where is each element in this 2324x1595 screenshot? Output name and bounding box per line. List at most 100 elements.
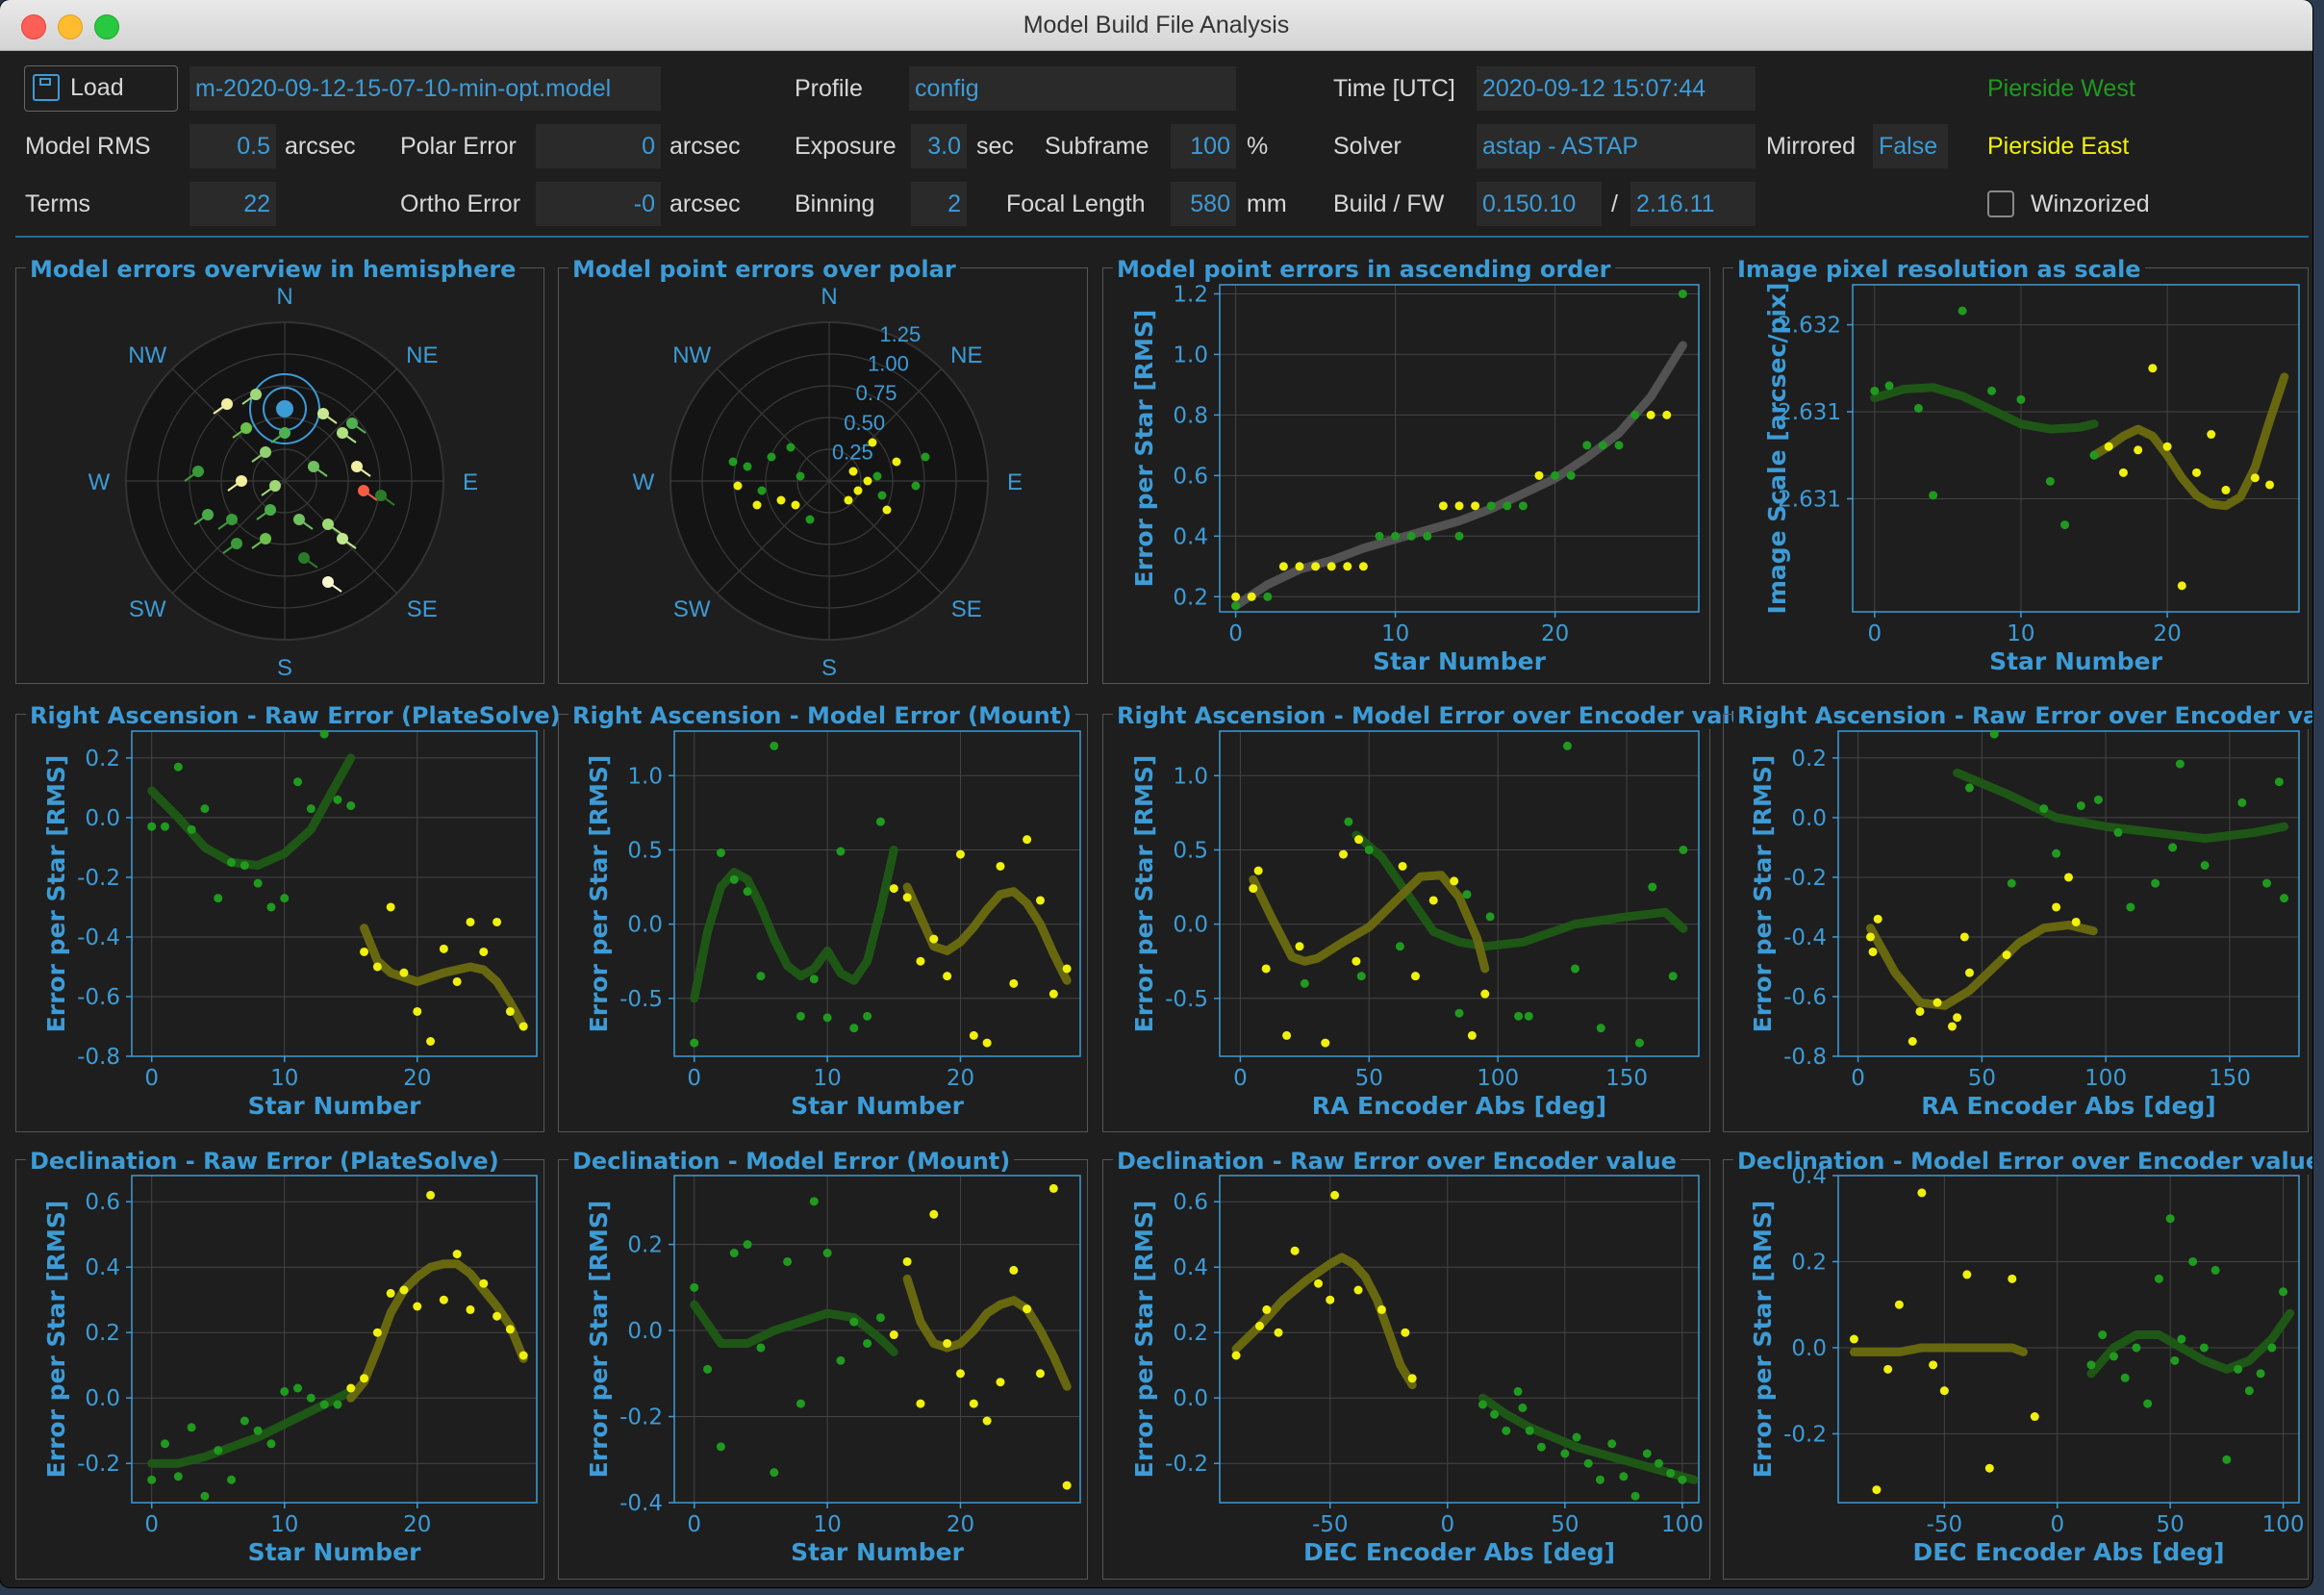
polar-point [733, 481, 743, 491]
ra-model-error-chart[interactable]: 0 10 20 -0.5 0.0 0.5 1.0 Star Number Error per S… [559, 715, 1089, 1133]
x-tick-label: 50 [1551, 1512, 1579, 1537]
load-button[interactable]: Load [24, 65, 178, 112]
ra-model-encoder-chart[interactable]: 0 50 100 150 -0.5 0.0 0.5 1.0 RA Encoder Abs [de… [1103, 715, 1711, 1133]
mirrored-field[interactable]: False [1873, 124, 1948, 168]
dec-model-error-chart[interactable]: 0 10 20 -0.4 -0.2 0.0 0.2 Star Number Error per … [559, 1160, 1089, 1581]
data-point [929, 1209, 939, 1219]
profile-field[interactable]: config [909, 66, 1236, 111]
image-scale-chart[interactable]: 0 10 202.6312.6312.632Star NumberImage Sca… [1724, 268, 2310, 685]
model-filename-field[interactable]: m-2020-09-12-15-07-10-min-opt.model [189, 66, 661, 111]
data-point [716, 848, 725, 858]
dec-raw-error-chart[interactable]: 0 10 20 -0.2 0.0 0.2 0.4 0.6 Star Number Error pe… [16, 1160, 545, 1581]
data-point [266, 902, 276, 912]
binning-label: Binning [795, 190, 875, 217]
x-tick-label: 50 [2157, 1512, 2185, 1537]
data-point [1364, 845, 1374, 854]
ra-raw-error-chart[interactable]: 0 10 20 -0.8 -0.6 -0.4 -0.2 0.0 0.2 Star Number Er… [16, 715, 545, 1133]
data-point [1262, 1304, 1272, 1314]
exposure-field[interactable]: 3.0 [911, 124, 967, 168]
data-point [2148, 364, 2158, 373]
data-point [1894, 1300, 1904, 1309]
hemisphere-plot[interactable]: N NE E SE S SW W NW [16, 268, 545, 685]
header-separator [15, 236, 2309, 238]
y-tick-label: 0.0 [85, 806, 120, 831]
model-rms-unit: arcsec [285, 133, 356, 160]
ascending-errors-chart[interactable]: 0 10 20 0.2 0.4 0.6 0.8 1.0 1.2 Star Number Error … [1103, 268, 1711, 685]
data-point [1009, 978, 1019, 988]
data-point [1048, 989, 1058, 999]
focal-length-field[interactable]: 580 [1171, 182, 1236, 226]
data-point [2265, 480, 2275, 490]
y-tick-label: -0.2 [77, 866, 120, 891]
ring-label: 1.25 [879, 322, 921, 346]
data-point [1326, 1295, 1335, 1304]
build-label: Build / FW [1333, 190, 1445, 217]
y-axis-label: Error per Star [RMS] [1749, 755, 1777, 1033]
ra-raw-error-panel: Right Ascension - Raw Error (PlateSolve)… [15, 702, 565, 1133]
data-point [1048, 1183, 1058, 1193]
polar-error-plot[interactable]: N NE E SE S SW W NW 0.25 0.50 0.75 1.00 1.25 [559, 268, 1089, 685]
trend-curve [2086, 1308, 2295, 1379]
polar-point [752, 500, 762, 510]
data-point [1566, 470, 1576, 480]
data-point [1471, 501, 1480, 511]
image-scale-panel: Image pixel resolution as scale 0 10 20 2.6… [1723, 256, 2310, 685]
ra-raw-encoder-chart[interactable]: 0 50 100 150 -0.8 -0.6 -0.4 -0.2 0.0 0.2 RA Encode… [1724, 715, 2310, 1133]
data-point [969, 1030, 978, 1040]
dec-model-encoder-chart[interactable]: -50 0 50 100 -0.2 0.0 0.2 0.4 DEC Encoder Abs [d… [1724, 1160, 2310, 1581]
polar-error-field[interactable]: 0 [536, 124, 661, 168]
dec-model-encoder-panel: Declination - Model Error over Encoder v… [1723, 1148, 2312, 1581]
solver-field[interactable]: astap - ASTAP [1477, 124, 1756, 168]
time-label: Time [UTC] [1333, 75, 1455, 102]
data-point [386, 902, 395, 912]
plot-frame [1837, 1175, 2300, 1504]
data-point [1454, 1008, 1464, 1018]
data-point [1410, 972, 1420, 981]
firmware-field[interactable]: 2.16.11 [1630, 182, 1756, 226]
data-point [943, 1338, 952, 1348]
data-point [2210, 1265, 2220, 1275]
data-point [2002, 950, 2011, 960]
polar-point [853, 486, 863, 495]
ring-label: 0.50 [844, 411, 885, 435]
dec-raw-encoder-chart[interactable]: -50 0 50 100 -0.2 0.0 0.2 0.4 0.6 DEC Encoder Abs… [1103, 1160, 1711, 1581]
time-field[interactable]: 2020-09-12 15:07:44 [1477, 66, 1756, 111]
data-point [161, 822, 170, 831]
data-point [426, 1190, 436, 1200]
binning-field[interactable]: 2 [911, 182, 967, 226]
data-point [200, 1491, 210, 1501]
y-tick-label: 0.0 [1791, 1336, 1827, 1361]
data-point [1953, 1013, 1962, 1023]
y-tick-label: 0.2 [1791, 1250, 1827, 1275]
subframe-field[interactable]: 100 [1171, 124, 1236, 168]
polar-error-panel: Model point errors over polar N NE E SE S SW W… [558, 256, 1089, 685]
data-point [1009, 1265, 1019, 1275]
y-axis-label: Error per Star [RMS] [1130, 310, 1158, 588]
data-point [147, 822, 157, 831]
y-axis-label: Error per Star [RMS] [585, 755, 613, 1033]
pierside-west-legend: Pierside West [1987, 75, 2135, 102]
ortho-error-field[interactable]: -0 [536, 182, 661, 226]
x-tick-label: 20 [403, 1512, 431, 1537]
model-rms-field[interactable]: 0.5 [189, 124, 276, 168]
build-separator: / [1611, 190, 1618, 217]
data-point [1562, 741, 1572, 750]
data-point [1666, 1468, 1676, 1478]
data-point [280, 894, 290, 903]
build-field[interactable]: 0.150.10 [1477, 182, 1602, 226]
x-axis-label: Star Number [791, 1092, 964, 1120]
data-point [505, 1325, 515, 1334]
data-point [2154, 1274, 2163, 1283]
data-point [333, 1400, 342, 1409]
data-point [147, 1475, 157, 1484]
winzorized-checkbox[interactable] [1987, 190, 2014, 217]
profile-label: Profile [795, 75, 863, 102]
pole-marker [276, 400, 293, 418]
data-point [1648, 882, 1657, 892]
data-point [452, 976, 462, 986]
trend-curve [2089, 372, 2289, 511]
polar-point [872, 471, 882, 481]
x-tick-label: 10 [270, 1066, 298, 1091]
data-point [1311, 562, 1321, 571]
terms-field[interactable]: 22 [189, 182, 276, 226]
